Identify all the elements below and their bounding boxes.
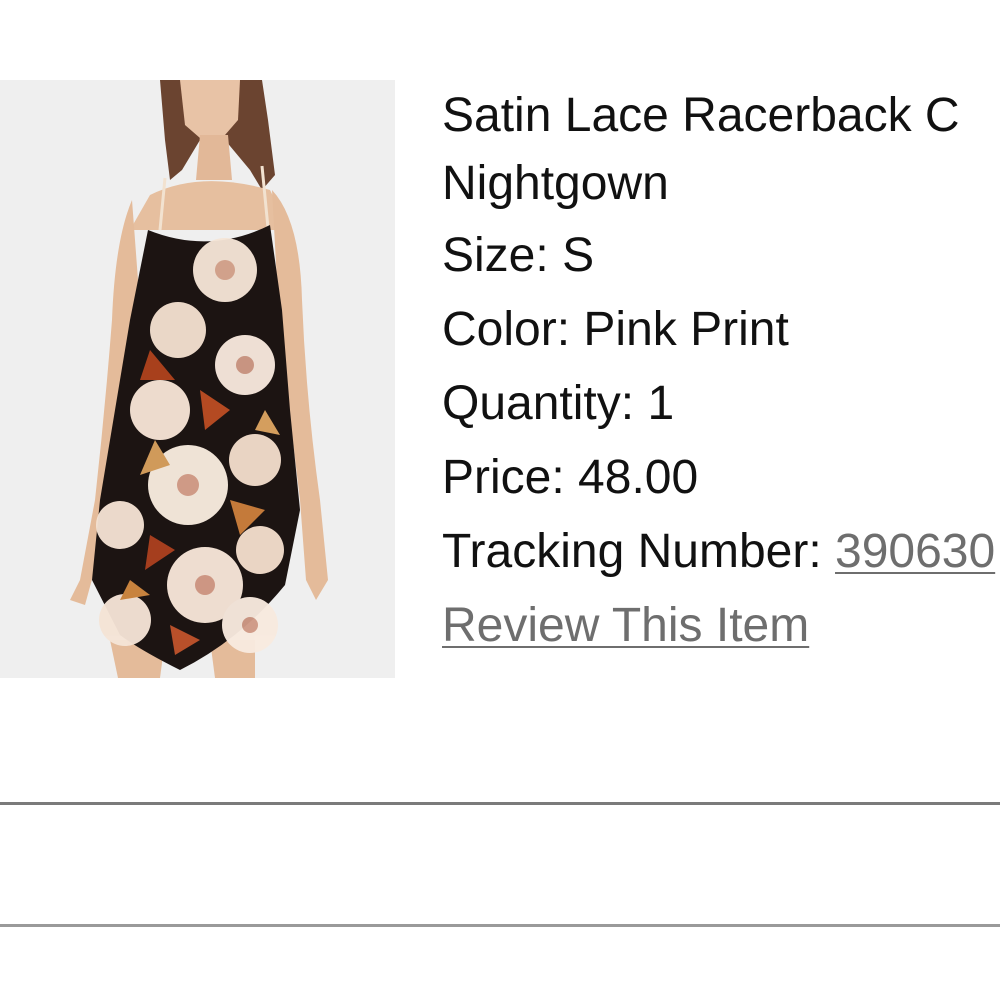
section-divider-top: [0, 802, 1000, 805]
quantity-row: Quantity: 1: [442, 370, 1000, 438]
color-row: Color: Pink Print: [442, 296, 1000, 364]
color-value: Pink Print: [583, 303, 789, 356]
order-item-page: Satin Lace Racerback C Nightgown Size: S…: [0, 0, 1000, 1000]
section-divider-bottom: [0, 924, 1000, 927]
size-row: Size: S: [442, 222, 1000, 290]
product-title-line-1[interactable]: Satin Lace Racerback C: [442, 82, 1000, 150]
product-details: Satin Lace Racerback C Nightgown Size: S…: [442, 82, 1000, 666]
price-row: Price: 48.00: [442, 444, 1000, 512]
price-value: 48.00: [578, 451, 699, 504]
color-label: Color:: [442, 303, 571, 356]
review-row: Review This Item: [442, 592, 1000, 660]
tracking-label: Tracking Number:: [442, 525, 822, 578]
price-label: Price:: [442, 451, 565, 504]
nightgown-photo: [0, 80, 395, 678]
size-value: S: [562, 229, 595, 282]
tracking-number-link[interactable]: 390630: [835, 525, 995, 578]
product-title-line-2[interactable]: Nightgown: [442, 150, 1000, 218]
quantity-value: 1: [647, 377, 675, 430]
product-image[interactable]: [0, 80, 395, 678]
tracking-row: Tracking Number: 390630: [442, 518, 1000, 586]
quantity-label: Quantity:: [442, 377, 635, 430]
size-label: Size:: [442, 229, 549, 282]
product-title[interactable]: Satin Lace Racerback C Nightgown: [442, 82, 1000, 218]
review-item-link[interactable]: Review This Item: [442, 599, 809, 652]
